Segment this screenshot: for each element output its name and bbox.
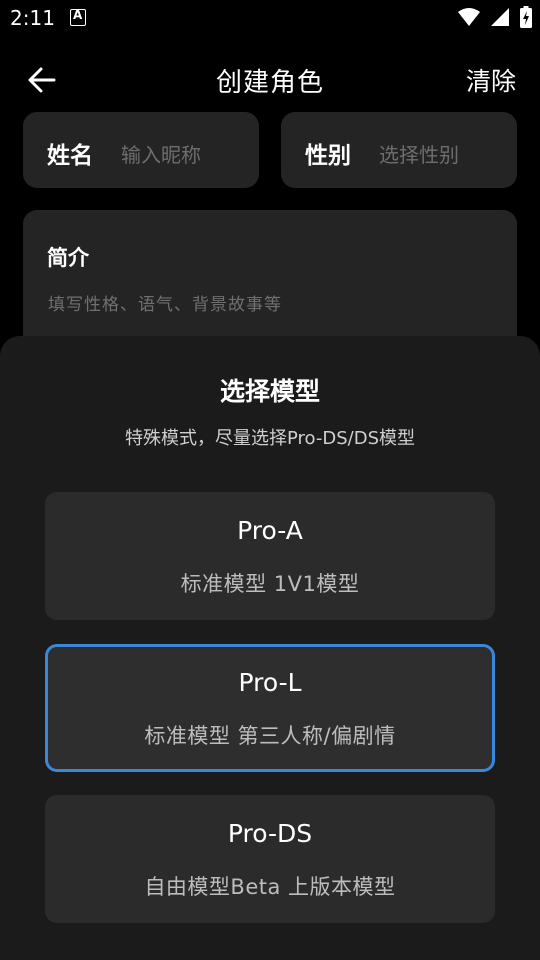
sheet-subtitle: 特殊模式，尽量选择Pro-DS/DS模型 <box>124 428 416 449</box>
battery-charging-icon <box>520 6 532 28</box>
app-notification-icon <box>70 8 86 26</box>
cell-signal-icon <box>491 8 509 26</box>
sheet-title: 选择模型 <box>219 377 320 406</box>
name-label: 姓名 <box>47 143 93 169</box>
model-name: Pro-DS <box>227 819 313 848</box>
status-icons <box>458 6 532 28</box>
status-bar: 2:11 <box>0 0 540 38</box>
model-select-sheet: 选择模型 特殊模式，尽量选择Pro-DS/DS模型 Pro-A 标准模型 1V1… <box>0 336 540 960</box>
screen: 2:11 创建角色 清除 姓名 输入昵称 <box>0 0 540 960</box>
model-name: Pro-A <box>237 516 303 545</box>
model-description: 标准模型 第三人称/偏剧情 <box>144 724 396 748</box>
model-description: 自由模型Beta 上版本模型 <box>144 875 396 899</box>
name-field[interactable]: 姓名 输入昵称 <box>23 112 259 188</box>
intro-label: 简介 <box>47 246 89 270</box>
status-time: 2:11 <box>10 6 55 30</box>
intro-input[interactable]: 填写性格、语气、背景故事等 <box>48 290 282 315</box>
model-option-pro-l[interactable]: Pro-L 标准模型 第三人称/偏剧情 <box>45 644 495 772</box>
gender-label: 性别 <box>305 143 351 169</box>
gender-select[interactable]: 选择性别 <box>379 139 459 168</box>
intro-field[interactable]: 简介 填写性格、语气、背景故事等 <box>23 210 517 350</box>
model-name: Pro-L <box>238 668 302 697</box>
name-input[interactable]: 输入昵称 <box>121 139 201 168</box>
model-option-pro-a[interactable]: Pro-A 标准模型 1V1模型 <box>45 492 495 620</box>
app-header: 创建角色 清除 <box>0 50 540 110</box>
page-title: 创建角色 <box>215 68 324 98</box>
wifi-icon <box>458 8 480 26</box>
gender-field[interactable]: 性别 选择性别 <box>281 112 517 188</box>
clear-button[interactable]: 清除 <box>466 62 516 98</box>
model-description: 标准模型 1V1模型 <box>180 572 360 596</box>
model-option-pro-ds[interactable]: Pro-DS 自由模型Beta 上版本模型 <box>45 795 495 923</box>
